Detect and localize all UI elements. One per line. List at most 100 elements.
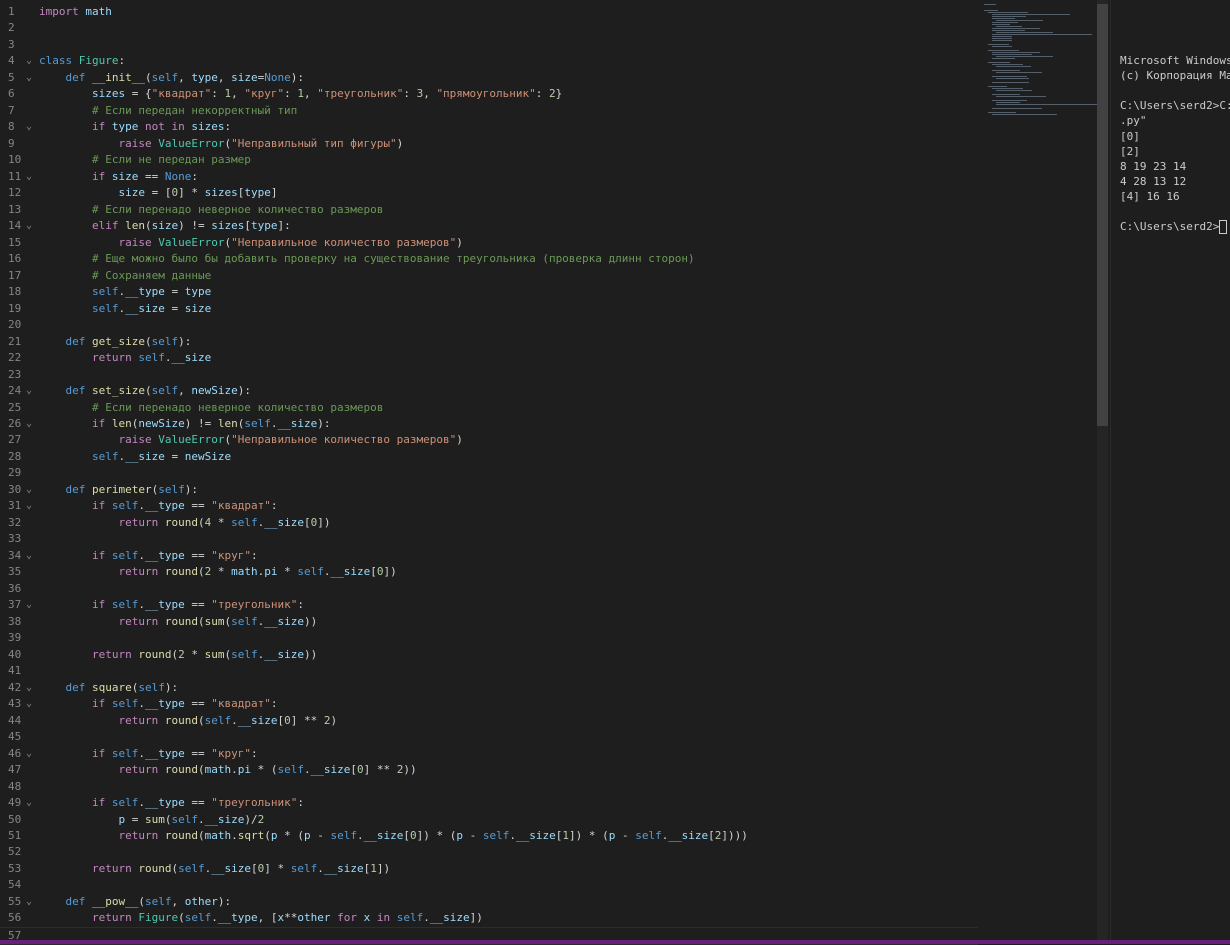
code-line[interactable]: 5 ⌄ def __init__(self, type, size=None): [0,70,978,87]
code-line[interactable]: 55 ⌄ def __pow__(self, other): [0,894,978,911]
code-line[interactable]: 49 ⌄ if self.__type == "треугольник": [0,795,978,812]
code-line[interactable]: 38 return round(sum(self.__size)) [0,614,978,631]
code-text: if self.__type == "квадрат": [91,499,278,513]
code-line[interactable]: 4 ⌄ class Figure: [0,53,978,70]
code-line[interactable]: 14 ⌄ elif len(size) != sizes[type]: [0,218,978,235]
minimap-line [996,78,1029,80]
fold-chevron-icon[interactable]: ⌄ [26,680,32,697]
code-line[interactable]: 30 ⌄ def perimeter(self): [0,482,978,499]
code-line[interactable]: 53 return round(self.__size[0] * self.__… [0,861,978,878]
code-line[interactable]: 17 # Сохраняем данные [0,268,978,285]
code-line[interactable]: 21 def get_size(self): [0,334,978,351]
line-number: 55 [8,894,22,908]
minimap-line [996,96,1046,98]
line-number: 10 [8,153,22,167]
code-line[interactable]: 37 ⌄ if self.__type == "треугольник": [0,597,978,614]
code-line[interactable]: 47 return round(math.pi * (self.__size[0… [0,762,978,779]
code-text: def __init__(self, type, size=None): [65,70,304,84]
code-text: size = [0] * sizes[type] [118,186,278,200]
code-line[interactable]: 41 [0,663,978,680]
code-line[interactable]: 51 return round(math.sqrt(p * (p - self.… [0,828,978,845]
fold-chevron-icon[interactable]: ⌄ [26,169,32,186]
code-line[interactable]: 31 ⌄ if self.__type == "квадрат": [0,498,978,515]
code-line[interactable]: 6 sizes = {"квадрат": 1, "круг": 1, "тре… [0,86,978,103]
code-line[interactable]: 13 # Если перенадо неверное количество р… [0,202,978,219]
minimap[interactable] [980,0,1101,940]
fold-chevron-icon[interactable]: ⌄ [26,482,32,499]
code-line[interactable]: 44 return round(self.__size[0] ** 2) [0,713,978,730]
code-line[interactable]: 35 return round(2 * math.pi * self.__siz… [0,564,978,581]
code-line[interactable]: 11 ⌄ if size == None: [0,169,978,186]
code-line[interactable]: 7 # Если передан некорректный тип [0,103,978,120]
fold-chevron-icon[interactable]: ⌄ [26,53,32,70]
code-line[interactable]: 33 [0,531,978,548]
minimap-line [992,114,1057,116]
fold-chevron-icon[interactable]: ⌄ [26,218,32,235]
code-line[interactable]: 26 ⌄ if len(newSize) != len(self.__size): [0,416,978,433]
code-line[interactable]: 50 p = sum(self.__size)/2 [0,812,978,829]
code-line[interactable]: 24 ⌄ def set_size(self, newSize): [0,383,978,400]
line-number: 14 [8,219,22,233]
code-line[interactable]: 34 ⌄ if self.__type == "круг": [0,548,978,565]
fold-chevron-icon[interactable]: ⌄ [26,498,32,515]
code-line[interactable]: 2 [0,20,978,37]
minimap-line [996,90,1033,92]
code-line[interactable]: 19 self.__size = size [0,301,978,318]
fold-chevron-icon[interactable]: ⌄ [26,795,32,812]
code-line[interactable]: 42 ⌄ def square(self): [0,680,978,697]
code-line[interactable]: 10 # Если не передан размер [0,152,978,169]
code-line[interactable]: 32 return round(4 * self.__size[0]) [0,515,978,532]
code-line[interactable]: 52 [0,844,978,861]
fold-chevron-icon[interactable]: ⌄ [26,70,32,87]
code-line[interactable]: 48 [0,779,978,796]
code-line[interactable]: 27 raise ValueError("Неправильное количе… [0,432,978,449]
terminal-line: Microsoft Windows [ [1120,54,1230,67]
code-line[interactable]: 29 [0,465,978,482]
code-line[interactable]: 8 ⌄ if type not in sizes: [0,119,978,136]
code-line[interactable]: 45 [0,729,978,746]
terminal-line: 4 28 13 12 [1120,174,1187,188]
line-number: 46 [8,746,22,760]
fold-chevron-icon[interactable]: ⌄ [26,894,32,911]
code-text: if self.__type == "треугольник": [91,598,304,612]
code-text: return round(2 * sum(self.__size)) [91,647,318,661]
line-number: 8 [8,120,15,134]
editor-scrollbar[interactable] [1097,0,1108,940]
code-line[interactable]: 20 [0,317,978,334]
fold-chevron-icon[interactable]: ⌄ [26,548,32,565]
code-editor[interactable]: 1 import math 2 3 4 ⌄ class Figure: 5 ⌄ def __in… [0,0,978,945]
fold-chevron-icon[interactable]: ⌄ [26,597,32,614]
code-line[interactable]: 15 raise ValueError("Неправильное количе… [0,235,978,252]
line-number: 53 [8,861,22,875]
code-line[interactable]: 46 ⌄ if self.__type == "круг": [0,746,978,763]
code-line[interactable]: 3 [0,37,978,54]
code-line[interactable]: 18 self.__type = type [0,284,978,301]
code-line[interactable]: 12 size = [0] * sizes[type] [0,185,978,202]
terminal-panel[interactable]: Microsoft Windows [(c) Корпорация Майк C:… [1110,0,1230,940]
code-line[interactable]: 54 [0,877,978,894]
terminal-cursor [1219,220,1228,235]
code-line[interactable]: 16 # Еще можно было бы добавить проверку… [0,251,978,268]
fold-chevron-icon[interactable]: ⌄ [26,696,32,713]
code-line[interactable]: 40 return round(2 * sum(self.__size)) [0,647,978,664]
line-number: 4 [8,54,15,68]
code-line[interactable]: 25 # Если перенадо неверное количество р… [0,400,978,417]
code-line[interactable]: 36 [0,581,978,598]
code-line[interactable]: 39 [0,630,978,647]
code-line[interactable]: 23 [0,367,978,384]
code-line[interactable]: 1 import math [0,4,978,21]
fold-chevron-icon[interactable]: ⌄ [26,119,32,136]
line-number: 25 [8,400,22,414]
code-line[interactable]: 22 return self.__size [0,350,978,367]
code-line[interactable]: 43 ⌄ if self.__type == "квадрат": [0,696,978,713]
fold-chevron-icon[interactable]: ⌄ [26,746,32,763]
fold-chevron-icon[interactable]: ⌄ [26,416,32,433]
minimap-line [992,82,1030,84]
line-number: 12 [8,186,22,200]
line-number: 51 [8,829,22,842]
code-line[interactable]: 9 raise ValueError("Неправильный тип фиг… [0,136,978,153]
code-line[interactable]: 56 return Figure(self.__type, [x**other … [0,910,978,927]
scrollbar-thumb[interactable] [1097,4,1108,426]
code-line[interactable]: 28 self.__size = newSize [0,449,978,466]
fold-chevron-icon[interactable]: ⌄ [26,383,32,400]
